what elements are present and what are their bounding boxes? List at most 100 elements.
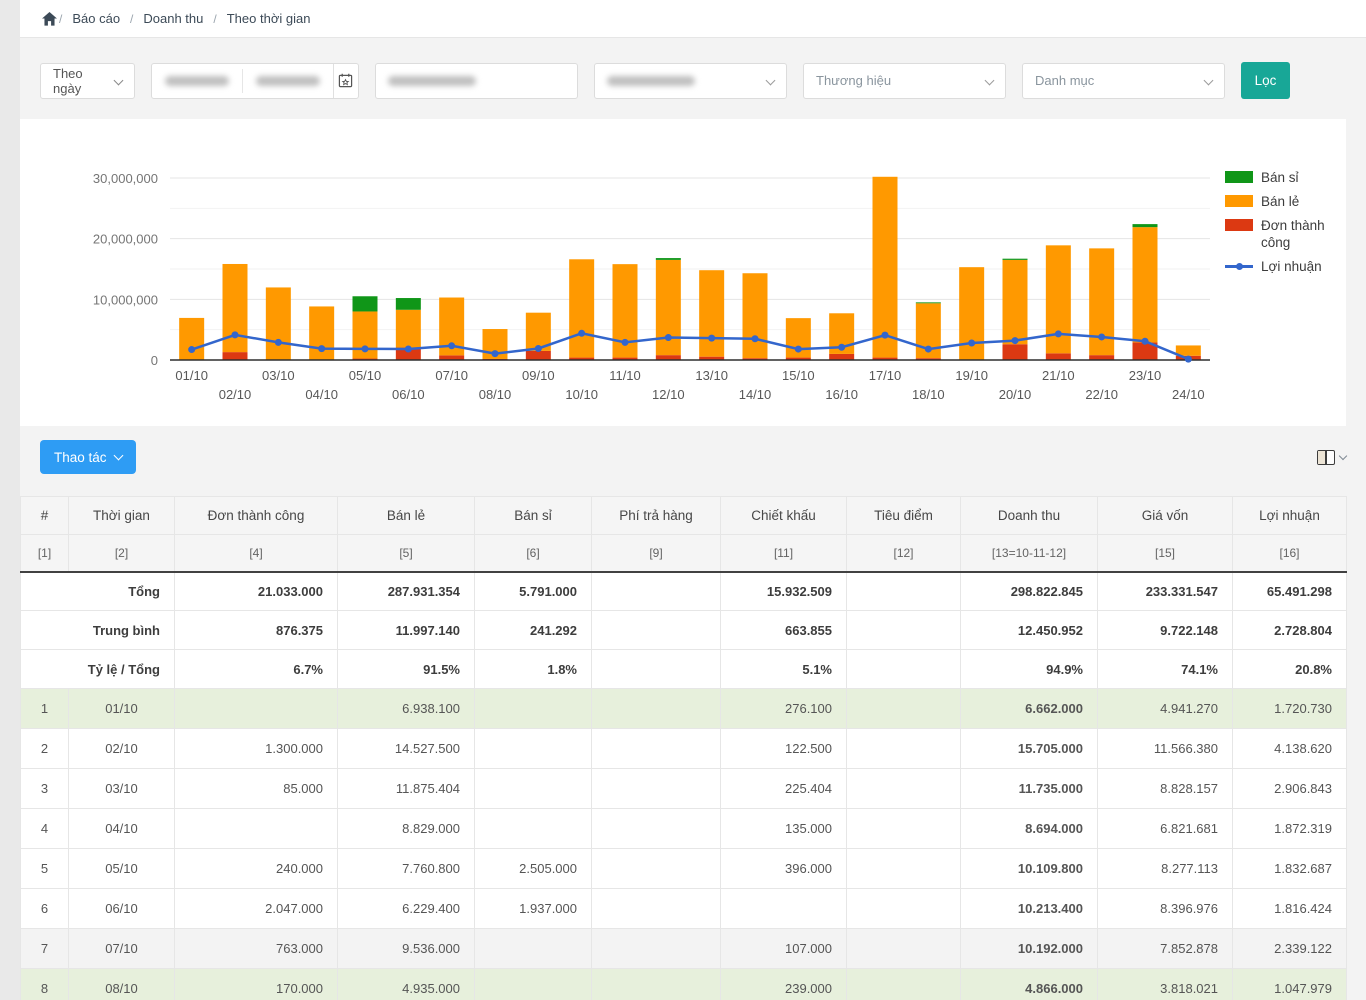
cell-value: 11.566.380: [1098, 729, 1233, 769]
svg-text:10/10: 10/10: [565, 387, 598, 402]
svg-text:16/10: 16/10: [825, 387, 858, 402]
column-header-7: Tiêu điểm: [847, 497, 961, 535]
summary-value: 9.722.148: [1098, 611, 1233, 650]
svg-text:06/10: 06/10: [392, 387, 425, 402]
row-date: 03/10: [69, 769, 175, 809]
summary-value: 20.8%: [1233, 650, 1347, 689]
cell-value[interactable]: 6.938.100: [338, 689, 475, 729]
column-index: [16]: [1233, 535, 1347, 572]
table-row: 606/102.047.0006.229.4001.937.00010.213.…: [21, 889, 1347, 929]
summary-value: [847, 650, 961, 689]
cell-value: [475, 689, 592, 729]
product-search-input[interactable]: [375, 63, 578, 99]
cell-value[interactable]: 2.047.000: [175, 889, 338, 929]
column-index: [1]: [21, 535, 69, 572]
cell-value[interactable]: 11.875.404: [338, 769, 475, 809]
summary-value: 12.450.952: [961, 611, 1098, 650]
cell-value[interactable]: 7.760.800: [338, 849, 475, 889]
cell-value: [175, 689, 338, 729]
cell-value: 225.404: [721, 769, 847, 809]
date-end-redacted[interactable]: [243, 76, 333, 86]
column-index: [6]: [475, 535, 592, 572]
row-number: 2: [21, 729, 69, 769]
column-header-1: Thời gian: [69, 497, 175, 535]
table-row: 101/106.938.100276.1006.662.0004.941.270…: [21, 689, 1347, 729]
breadcrumb-item-doanh-thu[interactable]: Doanh thu: [143, 11, 203, 26]
column-index: [13=10-11-12]: [961, 535, 1098, 572]
cell-value[interactable]: 1.300.000: [175, 729, 338, 769]
summary-value: 5.791.000: [475, 572, 592, 611]
brand-select[interactable]: Thương hiệu: [803, 63, 1006, 99]
redacted-text: [607, 76, 695, 86]
cell-value: 239.000: [721, 969, 847, 1000]
legend-label: Lợi nhuận: [1261, 258, 1351, 275]
column-index: [2]: [69, 535, 175, 572]
column-header-4: Bán sỉ: [475, 497, 592, 535]
summary-value: 91.5%: [338, 650, 475, 689]
product-select[interactable]: [594, 63, 787, 99]
cell-value[interactable]: 1.937.000: [475, 889, 592, 929]
summary-value: 94.9%: [961, 650, 1098, 689]
date-range-input[interactable]: [151, 63, 359, 99]
summary-row: Tỷ lệ / Tổng6.7%91.5%1.8%5.1%94.9%74.1%2…: [21, 650, 1347, 689]
svg-text:24/10: 24/10: [1172, 387, 1205, 402]
cell-value: 8.277.113: [1098, 849, 1233, 889]
row-number: 4: [21, 809, 69, 849]
calendar-icon[interactable]: [333, 64, 358, 98]
summary-row: Tổng21.033.000287.931.3545.791.00015.932…: [21, 572, 1347, 611]
cell-value: 2.906.843: [1233, 769, 1347, 809]
cell-value: [592, 849, 721, 889]
row-number: 7: [21, 929, 69, 969]
breadcrumb-item-bao-cao[interactable]: Báo cáo: [72, 11, 120, 26]
cell-value: 122.500: [721, 729, 847, 769]
column-header-6: Chiết khấu: [721, 497, 847, 535]
cell-value[interactable]: 85.000: [175, 769, 338, 809]
chevron-down-icon: [1339, 451, 1347, 459]
summary-value: 74.1%: [1098, 650, 1233, 689]
svg-text:12/10: 12/10: [652, 387, 685, 402]
cell-value: 6.821.681: [1098, 809, 1233, 849]
table-row: 505/10240.0007.760.8002.505.000396.00010…: [21, 849, 1347, 889]
cell-value: 8.828.157: [1098, 769, 1233, 809]
svg-text:10,000,000: 10,000,000: [93, 292, 158, 307]
period-select-value: Theo ngày: [53, 66, 106, 96]
date-start-redacted[interactable]: [152, 76, 242, 86]
row-number: 6: [21, 889, 69, 929]
cell-value: [475, 929, 592, 969]
summary-label: Trung bình: [21, 611, 175, 650]
column-visibility-toggle[interactable]: [1317, 450, 1346, 465]
svg-text:23/10: 23/10: [1129, 368, 1162, 383]
cell-value[interactable]: 763.000: [175, 929, 338, 969]
cell-value[interactable]: 4.935.000: [338, 969, 475, 1000]
column-index-row: [1][2][4][5][6][9][11][12][13=10-11-12][…: [21, 535, 1347, 572]
summary-value: [847, 572, 961, 611]
table-row: 202/101.300.00014.527.500122.50015.705.0…: [21, 729, 1347, 769]
cell-value[interactable]: 2.505.000: [475, 849, 592, 889]
cell-value: [592, 809, 721, 849]
brand-select-placeholder: Thương hiệu: [816, 73, 891, 88]
cell-value[interactable]: 9.536.000: [338, 929, 475, 969]
home-icon[interactable]: [42, 12, 57, 26]
category-select[interactable]: Danh mục: [1022, 63, 1225, 99]
cell-value[interactable]: 6.229.400: [338, 889, 475, 929]
svg-text:20/10: 20/10: [999, 387, 1032, 402]
cell-value[interactable]: 8.829.000: [338, 809, 475, 849]
cell-value[interactable]: 170.000: [175, 969, 338, 1000]
cell-value[interactable]: 240.000: [175, 849, 338, 889]
cell-value: 3.818.021: [1098, 969, 1233, 1000]
svg-text:0: 0: [151, 353, 158, 368]
breadcrumb-item-theo-thoi-gian[interactable]: Theo thời gian: [227, 11, 311, 26]
actions-dropdown-button[interactable]: Thao tác: [40, 440, 136, 474]
cell-value: 1.872.319: [1233, 809, 1347, 849]
cell-value: [592, 689, 721, 729]
cell-value: [592, 929, 721, 969]
legend-label: Đơn thành công: [1261, 217, 1351, 251]
revenue-chart-panel: 010,000,00020,000,00030,000,00001/1002/1…: [20, 119, 1346, 426]
column-header-10: Lợi nhuận: [1233, 497, 1347, 535]
svg-text:17/10: 17/10: [869, 368, 902, 383]
period-select[interactable]: Theo ngày: [40, 63, 135, 99]
chevron-down-icon: [985, 75, 995, 85]
cell-value[interactable]: 14.527.500: [338, 729, 475, 769]
filter-button[interactable]: Lọc: [1241, 62, 1290, 99]
redacted-text: [388, 76, 476, 86]
